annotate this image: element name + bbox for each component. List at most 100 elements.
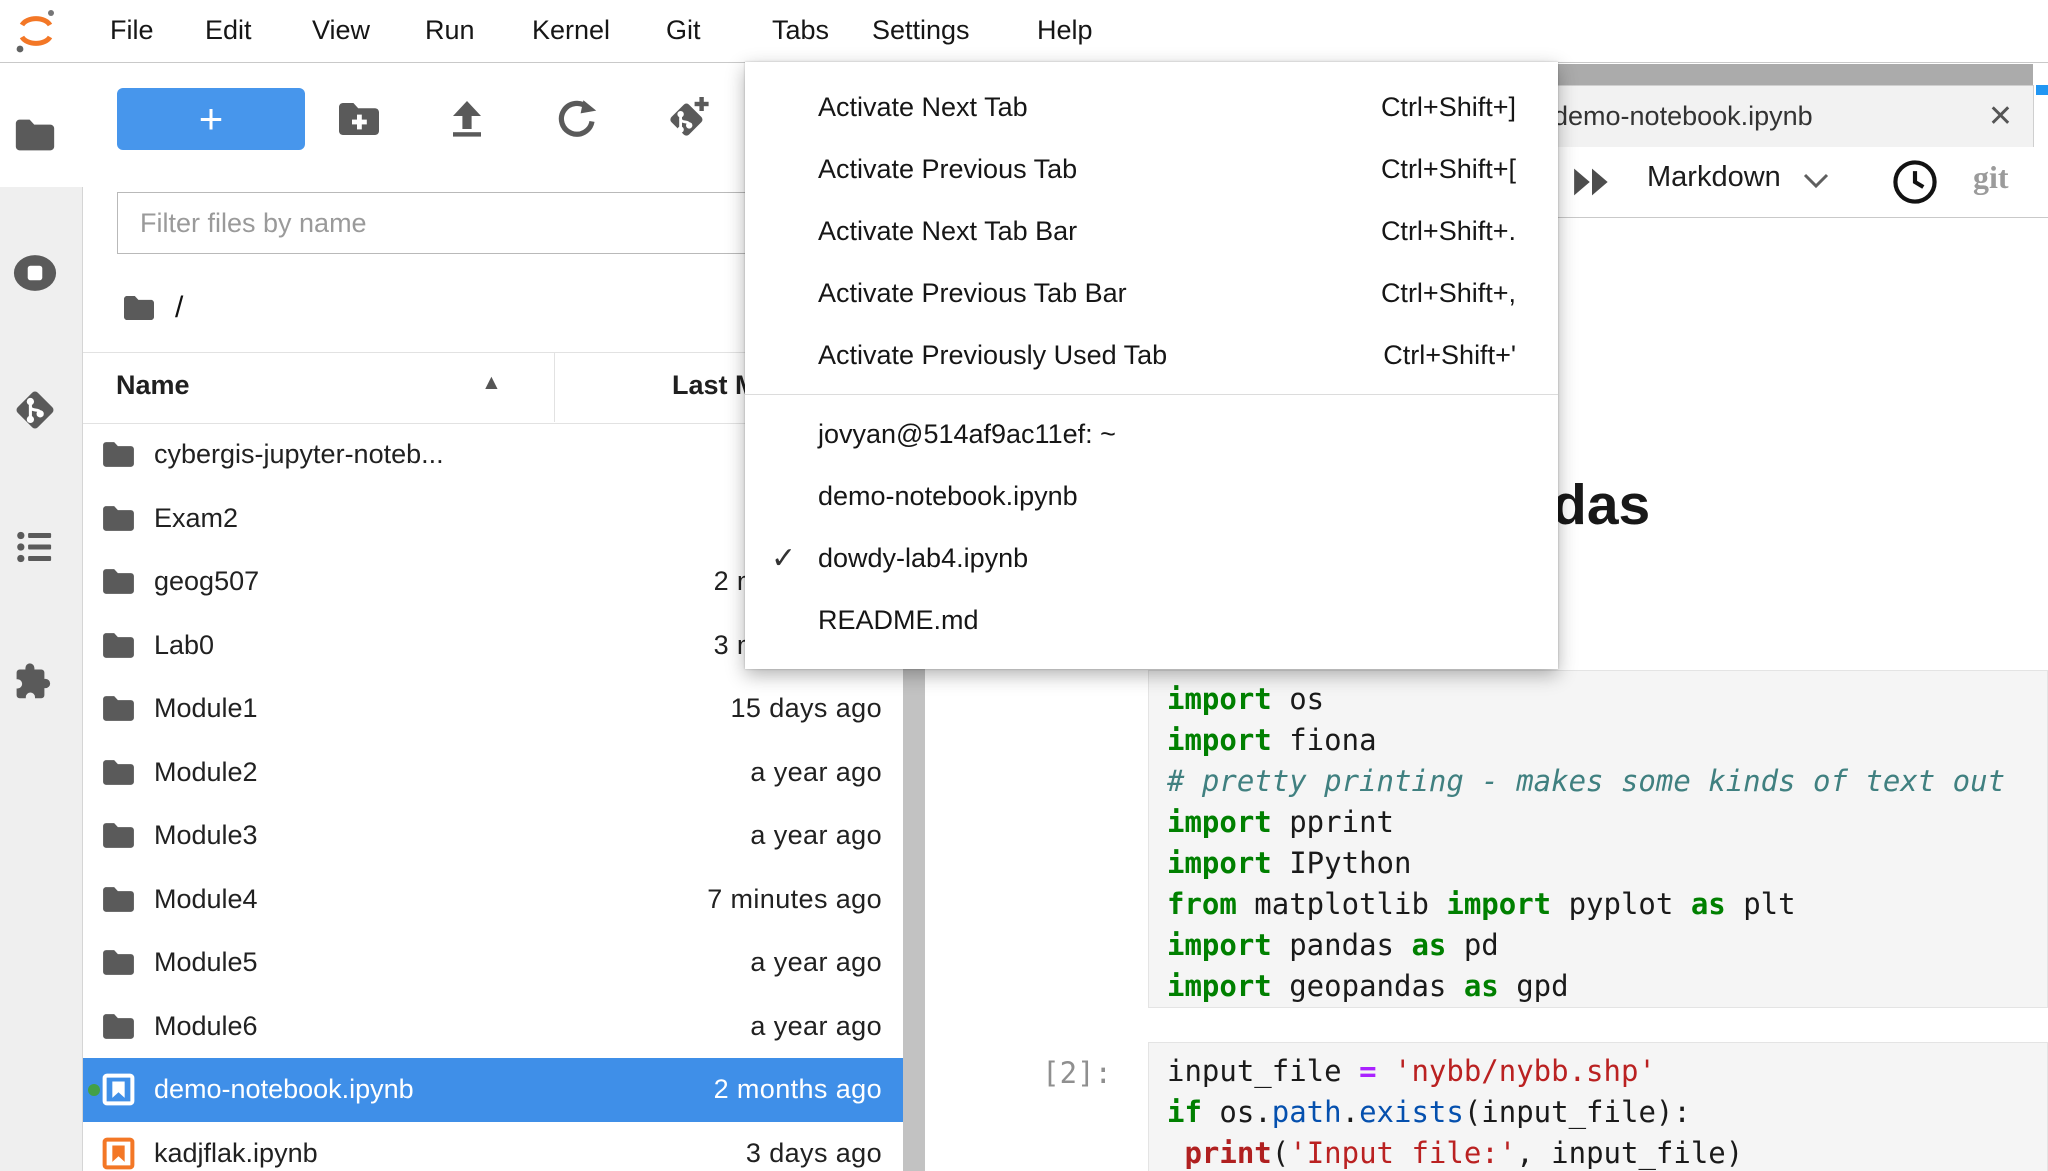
file-name: Module2 [154, 757, 258, 788]
code-line: # pretty printing - makes some kinds of … [1167, 761, 2047, 802]
tab-item-label: README.md [818, 605, 979, 636]
restart-run-all-icon[interactable] [1573, 167, 1611, 202]
markdown-heading-fragment: das [1552, 472, 1650, 538]
menu-item-edit[interactable]: Edit [191, 0, 266, 61]
file-name: Module4 [154, 884, 258, 915]
code-line: import fiona [1167, 720, 2047, 761]
folder-icon [100, 500, 137, 537]
folder-icon [100, 436, 137, 473]
file-name: cybergis-jupyter-noteb... [154, 439, 444, 470]
upload-icon[interactable] [443, 95, 491, 143]
cell-type-dropdown[interactable]: Markdown [1647, 161, 1829, 194]
git-clone-icon[interactable] [661, 95, 709, 143]
active-tab-indicator [2036, 85, 2048, 95]
file-row-module5[interactable]: Module5a year ago [83, 931, 905, 995]
execution-count-prompt: [2]: [1012, 1056, 1112, 1090]
git-sidebar-icon[interactable] [12, 387, 58, 433]
command-shortcut: Ctrl+Shift+. [1381, 216, 1516, 247]
menu-bar: File Edit View Run Kernel Git TabsSettings Help [0, 0, 2048, 63]
command-label: Activate Next Tab [818, 92, 1028, 123]
running-kernel-dot [88, 1084, 100, 1096]
close-icon[interactable]: ✕ [1988, 99, 2013, 134]
command-label: Activate Previous Tab Bar [818, 278, 1127, 309]
refresh-icon[interactable] [553, 95, 601, 143]
menu-tab-item-dowdy-lab4-ipynb[interactable]: ✓dowdy-lab4.ipynb [745, 527, 1558, 589]
file-browser-icon[interactable] [12, 112, 58, 158]
file-row-module3[interactable]: Module3a year ago [83, 804, 905, 868]
breadcrumb-root[interactable]: / [175, 291, 183, 325]
command-shortcut: Ctrl+Shift+' [1383, 340, 1516, 371]
jupyterlab-window: File Edit View Run Kernel Git TabsSettings Help [0, 0, 2048, 1171]
tab-item-label: jovyan@514af9ac11ef: ~ [818, 419, 1116, 450]
menu-item-git[interactable]: Git [652, 0, 715, 61]
code-line: import pprint [1167, 802, 2047, 843]
menu-item-file[interactable]: File [96, 0, 168, 61]
file-modified: 7 minutes ago [707, 884, 882, 915]
table-of-contents-icon[interactable] [12, 524, 58, 570]
tab-item-label: demo-notebook.ipynb [818, 481, 1078, 512]
command-shortcut: Ctrl+Shift+[ [1381, 154, 1516, 185]
code-line: from matplotlib import pyplot as plt [1167, 884, 2047, 925]
file-row-module1[interactable]: Module115 days ago [83, 677, 905, 741]
menu-command-activate-previous-tab-bar[interactable]: Activate Previous Tab Bar Ctrl+Shift+, [745, 262, 1558, 324]
left-sidebar [0, 62, 83, 1171]
menu-command-activate-next-tab[interactable]: Activate Next Tab Ctrl+Shift+] [745, 76, 1558, 138]
menu-item-settings[interactable]: Settings [858, 0, 984, 61]
menu-tab-item-jovyan-514af9ac11ef-[interactable]: jovyan@514af9ac11ef: ~ [745, 403, 1558, 465]
chevron-down-icon [1803, 173, 1829, 189]
file-name: Module5 [154, 947, 258, 978]
file-row-module4[interactable]: Module4 7 minutes ago [83, 868, 905, 932]
file-name: Module6 [154, 1011, 258, 1042]
menu-tab-item-readme-md[interactable]: README.md [745, 589, 1558, 651]
history-clock-icon[interactable] [1890, 157, 1940, 212]
menu-tab-item-demo-notebook-ipynb[interactable]: demo-notebook.ipynb [745, 465, 1558, 527]
code-line: print('Input file:', input_file) [1167, 1133, 2047, 1171]
menu-item-kernel[interactable]: Kernel [518, 0, 624, 61]
menu-separator [745, 394, 1558, 395]
file-modified: a year ago [750, 1011, 882, 1042]
jupyter-logo-icon [14, 8, 58, 59]
file-name: Module1 [154, 693, 258, 724]
sort-ascending-icon[interactable]: ▲ [481, 371, 502, 395]
folder-icon [100, 944, 137, 981]
file-name: Module3 [154, 820, 258, 851]
file-row-module2[interactable]: Module2 a year ago [83, 741, 905, 805]
file-row-kadjflak-ipynb[interactable]: kadjflak.ipynb 3 days ago [83, 1122, 905, 1171]
notebook-icon [100, 1135, 137, 1171]
breadcrumb[interactable]: / [121, 288, 183, 328]
notebook-icon [100, 1071, 137, 1108]
extension-manager-icon[interactable] [12, 658, 58, 704]
command-shortcut: Ctrl+Shift+] [1381, 92, 1516, 123]
code-cell-2[interactable]: input_file = 'nybb/nybb.shp'if os.path.e… [1148, 1042, 2048, 1171]
command-shortcut: Ctrl+Shift+, [1381, 278, 1516, 309]
running-kernels-icon[interactable] [12, 250, 58, 296]
file-name: demo-notebook.ipynb [154, 1074, 414, 1105]
file-modified: a year ago [750, 757, 882, 788]
file-row-module6[interactable]: Module6 a year ago [83, 995, 905, 1059]
column-divider [554, 353, 555, 422]
file-name: kadjflak.ipynb [154, 1138, 318, 1169]
menu-item-run[interactable]: Run [411, 0, 489, 61]
menu-command-activate-next-tab-bar[interactable]: Activate Next Tab BarCtrl+Shift+. [745, 200, 1558, 262]
new-launcher-button[interactable]: + [117, 88, 305, 150]
code-cell-1[interactable]: import osimport fiona# pretty printing -… [1148, 670, 2048, 1008]
menu-command-activate-previous-tab[interactable]: Activate Previous TabCtrl+Shift+[ [745, 138, 1558, 200]
column-header-name[interactable]: Name [116, 370, 190, 401]
menu-item-tabs[interactable]: Tabs [745, 0, 856, 61]
menu-command-activate-previously-used-tab[interactable]: Activate Previously Used TabCtrl+Shift+' [745, 324, 1558, 386]
tab-title: demo-notebook.ipynb [1553, 101, 1813, 132]
cell-type-value: Markdown [1647, 161, 1781, 194]
folder-icon [100, 754, 137, 791]
file-row-demo-notebook-ipynb[interactable]: demo-notebook.ipynb2 months ago [83, 1058, 905, 1122]
tabs-dropdown-menu: Activate Next Tab Ctrl+Shift+] Activate Pr… [745, 62, 1558, 669]
folder-icon [100, 1008, 137, 1045]
file-name: Exam2 [154, 503, 238, 534]
git-status-label: git [1973, 159, 2009, 196]
file-modified: 3 days ago [746, 1138, 882, 1169]
new-folder-icon[interactable] [335, 95, 383, 143]
code-line: import pandas as pd [1167, 925, 2047, 966]
menu-item-help[interactable]: Help [1023, 0, 1107, 61]
tab-demo-notebook[interactable]: demo-notebook.ipynb ✕ [1530, 85, 2034, 148]
menu-item-view[interactable]: View [298, 0, 384, 61]
folder-icon [100, 690, 137, 727]
